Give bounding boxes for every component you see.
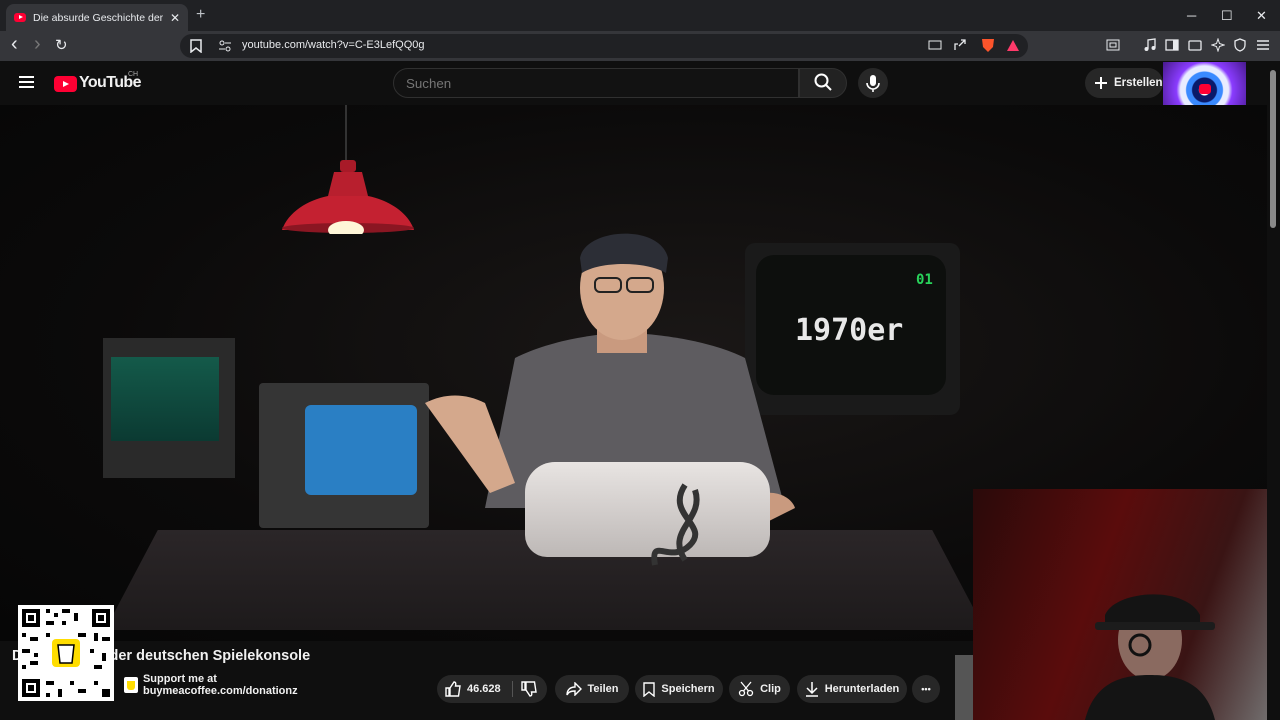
hamburger-menu-icon[interactable] [19, 76, 34, 88]
youtube-favicon-icon [14, 13, 26, 22]
back-button[interactable]: ‹ [11, 33, 18, 56]
maximize-button[interactable]: ☐ [1221, 8, 1233, 24]
voice-search-button[interactable] [858, 68, 888, 98]
media-controls-icon[interactable] [1143, 38, 1157, 52]
save-label: Speichern [661, 683, 715, 695]
tv-counter: 01 [916, 272, 933, 288]
more-dots-icon: ••• [921, 684, 931, 694]
download-label: Herunterladen [824, 683, 900, 695]
thumbs-down-icon[interactable] [521, 681, 537, 697]
wallet-icon[interactable] [1188, 38, 1202, 52]
share-page-icon[interactable] [953, 38, 967, 52]
vpn-shield-icon[interactable] [1233, 38, 1247, 52]
save-button[interactable]: Speichern [635, 675, 723, 703]
bookmark-icon[interactable] [190, 39, 202, 53]
tab-title: Die absurde Geschichte der deut [33, 11, 163, 24]
new-tab-button[interactable]: + [196, 6, 205, 24]
search-button[interactable] [799, 68, 847, 98]
crt-screen-green [111, 357, 219, 441]
site-settings-icon[interactable] [219, 40, 231, 52]
tab-close-icon[interactable]: ✕ [170, 11, 180, 25]
reading-sidebar-icon[interactable] [1165, 38, 1179, 52]
clip-button[interactable]: Clip [729, 675, 790, 703]
scissors-icon [738, 681, 754, 697]
microphone-icon [866, 75, 880, 92]
url-text: youtube.com/watch?v=C-E3LefQQ0g [242, 39, 425, 51]
download-button[interactable]: Herunterladen [797, 675, 907, 703]
donation-text: Support me at buymeacoffee.com/donationz [142, 673, 298, 697]
like-divider [512, 681, 513, 697]
sidebar-panel-icon[interactable] [1106, 38, 1120, 52]
ceiling-lamp-graphic [282, 160, 414, 234]
streamer-figure [1085, 594, 1215, 720]
youtube-logo-icon[interactable] [54, 76, 77, 92]
browser-menu-icon[interactable] [1256, 38, 1270, 52]
donation-qr-code [18, 605, 114, 701]
cable-bundle [651, 483, 700, 566]
forward-button[interactable]: › [34, 33, 41, 56]
country-code: CH [128, 71, 139, 78]
reload-button[interactable]: ↻ [55, 36, 68, 54]
thumbs-up-icon [445, 681, 461, 697]
search-icon [814, 73, 832, 91]
tv-era-text: 1970er [795, 313, 904, 348]
clip-label: Clip [760, 683, 781, 695]
save-bookmark-icon [643, 681, 656, 697]
coffee-cup-icon [124, 677, 138, 693]
lamp-cord [345, 105, 347, 160]
browser-tab-strip [0, 0, 1280, 31]
like-button[interactable]: 46.628 [437, 675, 511, 703]
leo-ai-icon[interactable] [1211, 38, 1225, 52]
donation-banner: Support me at buymeacoffee.com/donationz [124, 673, 374, 697]
share-label: Teilen [587, 683, 619, 695]
share-arrow-icon [565, 682, 582, 696]
like-count: 46.628 [467, 683, 501, 695]
scrollbar-thumb[interactable] [1270, 70, 1276, 228]
search-input[interactable] [393, 68, 799, 98]
recommended-thumbnail-edge[interactable] [955, 655, 973, 720]
minimize-button[interactable]: ─ [1187, 8, 1196, 23]
cast-icon[interactable] [928, 38, 942, 52]
create-button[interactable]: Erstellen [1085, 68, 1163, 98]
brave-rewards-icon[interactable] [1006, 39, 1020, 52]
more-actions-button[interactable]: ••• [912, 675, 940, 703]
browser-tab[interactable]: Die absurde Geschichte der deut ✕ [6, 4, 188, 31]
share-button[interactable]: Teilen [555, 675, 629, 703]
download-icon [805, 682, 818, 697]
close-window-button[interactable]: ✕ [1256, 8, 1267, 24]
crt-screen-blue [305, 405, 417, 495]
plus-icon [1095, 77, 1107, 89]
brave-shields-icon[interactable] [980, 37, 998, 53]
create-label: Erstellen [1114, 77, 1163, 89]
